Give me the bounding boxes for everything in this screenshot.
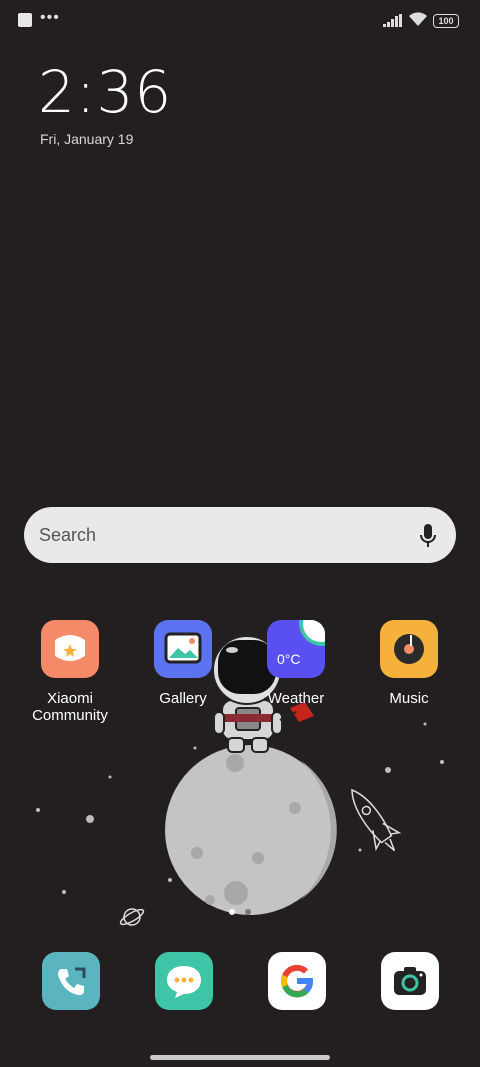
- google-icon[interactable]: [268, 952, 326, 1010]
- clock-time[interactable]: 2:36: [38, 58, 172, 126]
- app-label: Xiaomi Community: [32, 690, 108, 724]
- app-music[interactable]: Music: [354, 620, 464, 707]
- gallery-icon: [154, 620, 212, 678]
- home-indicator[interactable]: [150, 1055, 330, 1060]
- more-notifications-icon: •••: [40, 9, 60, 26]
- xiaomi-community-icon: [41, 620, 99, 678]
- app-label: Music: [389, 690, 429, 707]
- wifi-icon: [409, 12, 427, 26]
- weather-icon: 0°C: [267, 620, 325, 678]
- page-indicator-active[interactable]: [229, 909, 235, 915]
- music-icon: [380, 620, 438, 678]
- app-weather[interactable]: 0°C Weather: [241, 620, 351, 707]
- signal-icon: [383, 14, 402, 27]
- camera-icon[interactable]: [381, 952, 439, 1010]
- clock-date[interactable]: Fri, January 19: [40, 131, 133, 147]
- app-label: Weather: [267, 690, 325, 707]
- search-placeholder: Search: [39, 525, 97, 545]
- microphone-icon[interactable]: [418, 523, 438, 549]
- weather-temp: 0°C: [277, 651, 301, 667]
- app-label: Gallery: [159, 690, 207, 707]
- app-gallery[interactable]: Gallery: [128, 620, 238, 707]
- page-indicator[interactable]: [245, 909, 251, 915]
- messages-icon[interactable]: [155, 952, 213, 1010]
- search-bar[interactable]: Search: [24, 507, 456, 563]
- app-xiaomi-community[interactable]: Xiaomi Community: [15, 620, 125, 724]
- status-bar: ••• 100: [0, 0, 480, 40]
- notification-icon: [18, 13, 32, 27]
- phone-icon[interactable]: [42, 952, 100, 1010]
- battery-indicator: 100: [433, 14, 459, 28]
